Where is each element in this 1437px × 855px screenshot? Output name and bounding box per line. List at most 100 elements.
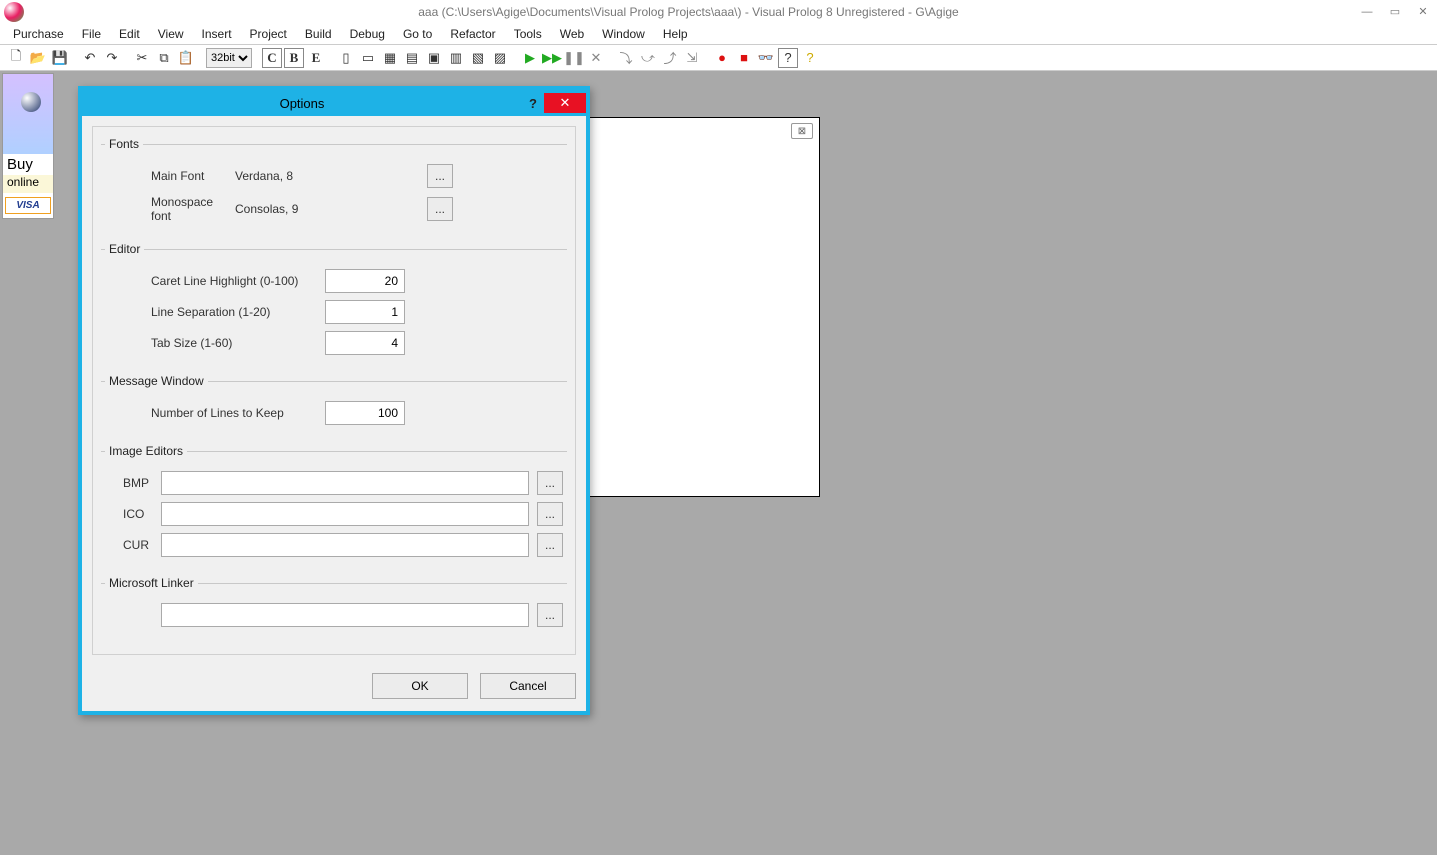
window7-icon[interactable]: ▧ <box>468 48 488 68</box>
bg-window-close-icon[interactable]: ⊠ <box>791 123 813 139</box>
lines-label: Number of Lines to Keep <box>105 406 325 420</box>
linker-group: Microsoft Linker ... <box>101 576 567 634</box>
tab-label: Tab Size (1-60) <box>105 336 325 350</box>
titlebar: aaa (C:\Users\Agige\Documents\Visual Pro… <box>0 0 1437 23</box>
menu-build[interactable]: Build <box>296 25 341 43</box>
maximize-button[interactable]: ▭ <box>1381 2 1409 22</box>
ad-buy-text: Buy <box>3 154 53 175</box>
tab-input[interactable] <box>325 331 405 355</box>
dialog-body: Fonts Main Font Verdana, 8 ... Monospace… <box>92 126 576 655</box>
menu-file[interactable]: File <box>73 25 110 43</box>
dialog-title: Options <box>82 96 522 111</box>
bmp-input[interactable] <box>161 471 529 495</box>
bmp-browse-button[interactable]: ... <box>537 471 563 495</box>
paste-icon[interactable]: 📋 <box>176 48 196 68</box>
ok-button[interactable]: OK <box>372 673 468 699</box>
window-controls: — ▭ ✕ <box>1353 2 1437 22</box>
window1-icon[interactable]: ▯ <box>336 48 356 68</box>
menu-project[interactable]: Project <box>241 25 296 43</box>
menubar: Purchase File Edit View Insert Project B… <box>0 23 1437 45</box>
main-font-browse-button[interactable]: ... <box>427 164 453 188</box>
close-button[interactable]: ✕ <box>1409 2 1437 22</box>
toolbar: 🗋 📂 💾 ↶ ↷ ✂ ⧉ 📋 32bit 64bit C B E ▯ ▭ ▦ … <box>0 45 1437 71</box>
copy-icon[interactable]: ⧉ <box>154 48 174 68</box>
menu-view[interactable]: View <box>149 25 193 43</box>
cur-browse-button[interactable]: ... <box>537 533 563 557</box>
cut-icon[interactable]: ✂ <box>132 48 152 68</box>
run-icon[interactable]: ▶ <box>520 48 540 68</box>
msgwin-legend: Message Window <box>105 374 208 388</box>
window8-icon[interactable]: ▨ <box>490 48 510 68</box>
window6-icon[interactable]: ▥ <box>446 48 466 68</box>
ad-online-text: online <box>3 175 53 193</box>
ico-label: ICO <box>105 507 161 521</box>
app-icon <box>4 2 24 22</box>
ico-browse-button[interactable]: ... <box>537 502 563 526</box>
caret-input[interactable] <box>325 269 405 293</box>
compile-icon[interactable]: C <box>262 48 282 68</box>
run-fast-icon[interactable]: ▶▶ <box>542 48 562 68</box>
fonts-legend: Fonts <box>105 137 143 151</box>
dialog-close-icon[interactable]: ✕ <box>544 93 586 113</box>
watch-icon[interactable]: 👓 <box>756 48 776 68</box>
menu-help[interactable]: Help <box>654 25 697 43</box>
save-icon[interactable]: 💾 <box>50 48 70 68</box>
buy-ad[interactable]: Buy online VISA <box>2 73 54 219</box>
editor-group: Editor Caret Line Highlight (0-100) Line… <box>101 242 567 362</box>
ico-input[interactable] <box>161 502 529 526</box>
menu-debug[interactable]: Debug <box>341 25 394 43</box>
cancel-button[interactable]: Cancel <box>480 673 576 699</box>
window-title: aaa (C:\Users\Agige\Documents\Visual Pro… <box>24 5 1353 19</box>
menu-tools[interactable]: Tools <box>505 25 551 43</box>
undo-icon[interactable]: ↶ <box>80 48 100 68</box>
build-icon[interactable]: B <box>284 48 304 68</box>
image-editors-legend: Image Editors <box>105 444 187 458</box>
step-cursor-icon[interactable]: ⇲ <box>682 48 702 68</box>
visa-logo: VISA <box>5 197 51 214</box>
menu-purchase[interactable]: Purchase <box>4 25 73 43</box>
window5-icon[interactable]: ▣ <box>424 48 444 68</box>
editor-legend: Editor <box>105 242 144 256</box>
linker-browse-button[interactable]: ... <box>537 603 563 627</box>
dialog-help-icon[interactable]: ? <box>522 93 544 113</box>
mono-font-browse-button[interactable]: ... <box>427 197 453 221</box>
lines-input[interactable] <box>325 401 405 425</box>
minimize-button[interactable]: — <box>1353 2 1381 22</box>
execute-icon[interactable]: E <box>306 48 326 68</box>
workspace: rojects\aaa\) ⊠ d in c\core.ph Options ?… <box>60 71 1437 855</box>
step-into-icon[interactable]: ⤵ <box>616 48 636 68</box>
image-editors-group: Image Editors BMP ... ICO ... CUR ... <box>101 444 567 564</box>
new-icon[interactable]: 🗋 <box>6 48 26 68</box>
dialog-buttons: OK Cancel <box>82 665 586 711</box>
menu-refactor[interactable]: Refactor <box>441 25 504 43</box>
pause-icon[interactable]: ❚❚ <box>564 48 584 68</box>
window3-icon[interactable]: ▦ <box>380 48 400 68</box>
step-out-icon[interactable]: ⤴ <box>660 48 680 68</box>
main-font-label: Main Font <box>105 169 235 183</box>
window2-icon[interactable]: ▭ <box>358 48 378 68</box>
redo-icon[interactable]: ↷ <box>102 48 122 68</box>
arch-select[interactable]: 32bit 64bit <box>206 48 252 68</box>
mono-font-value: Consolas, 9 <box>235 202 355 216</box>
cur-label: CUR <box>105 538 161 552</box>
linesep-label: Line Separation (1-20) <box>105 305 325 319</box>
linker-input[interactable] <box>161 603 529 627</box>
open-icon[interactable]: 📂 <box>28 48 48 68</box>
window4-icon[interactable]: ▤ <box>402 48 422 68</box>
stop-icon[interactable]: ■ <box>734 48 754 68</box>
stop-debug-icon[interactable]: ✕ <box>586 48 606 68</box>
linesep-input[interactable] <box>325 300 405 324</box>
menu-goto[interactable]: Go to <box>394 25 441 43</box>
breakpoint-icon[interactable]: ● <box>712 48 732 68</box>
menu-web[interactable]: Web <box>551 25 593 43</box>
menu-insert[interactable]: Insert <box>193 25 241 43</box>
help-box-icon[interactable]: ? <box>778 48 798 68</box>
msgwin-group: Message Window Number of Lines to Keep <box>101 374 567 432</box>
menu-window[interactable]: Window <box>593 25 654 43</box>
cur-input[interactable] <box>161 533 529 557</box>
step-over-icon[interactable]: ⤻ <box>638 48 658 68</box>
help-icon[interactable]: ? <box>800 48 820 68</box>
dialog-titlebar[interactable]: Options ? ✕ <box>82 90 586 116</box>
menu-edit[interactable]: Edit <box>110 25 149 43</box>
linker-legend: Microsoft Linker <box>105 576 198 590</box>
